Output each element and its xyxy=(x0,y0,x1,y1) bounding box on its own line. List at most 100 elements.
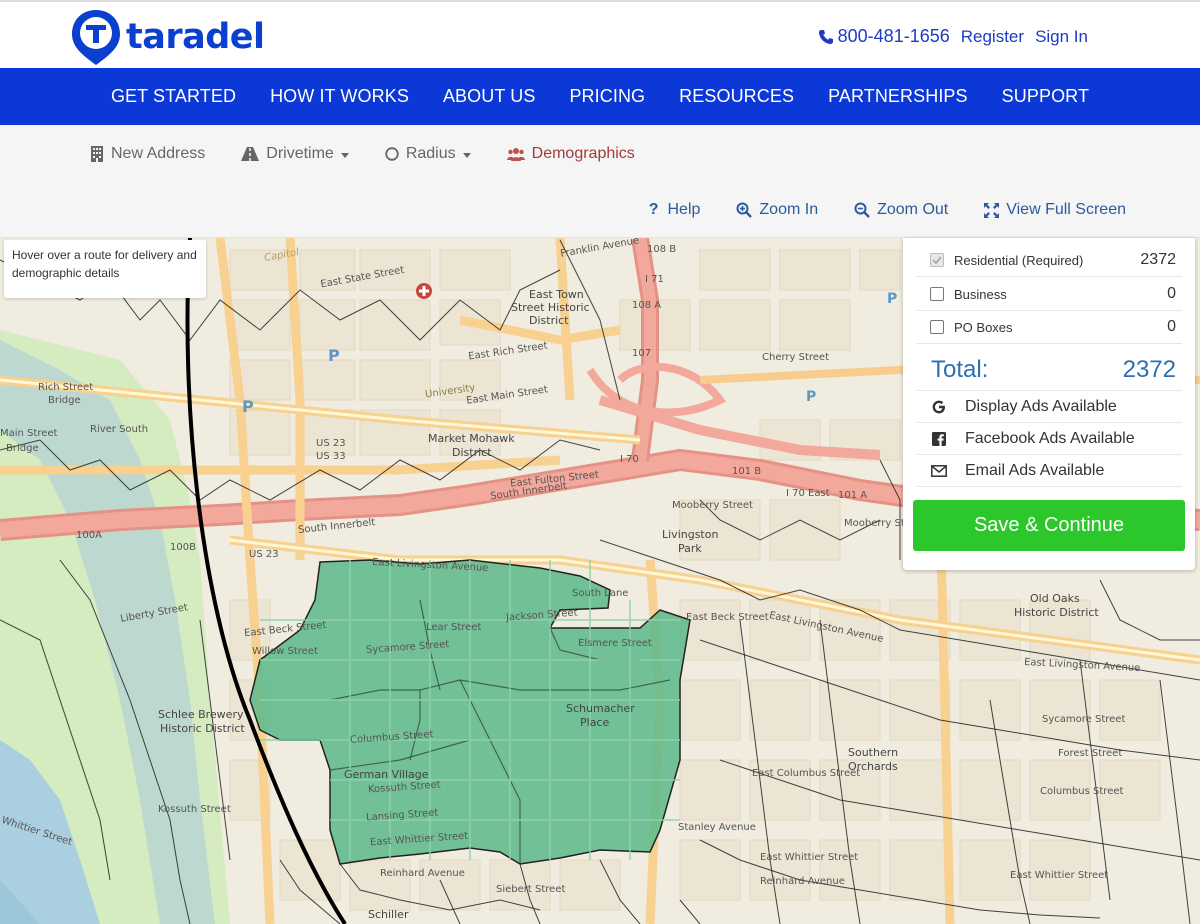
question-icon: ? xyxy=(648,201,659,218)
po-boxes-count: 0 xyxy=(1167,318,1176,335)
total-label: Total: xyxy=(931,355,989,383)
map-label: Cherry Street xyxy=(762,352,830,363)
business-checkbox[interactable] xyxy=(930,287,944,301)
map-label: Market Mohawk xyxy=(428,432,515,445)
map-label: District xyxy=(529,314,569,327)
radius-label: Radius xyxy=(405,145,456,162)
map-label: Willow Street xyxy=(252,646,318,657)
expand-icon xyxy=(984,202,1000,218)
map-label: US 33 xyxy=(316,451,346,462)
map-label: Sycamore Street xyxy=(1042,714,1126,725)
map-label: I 70 xyxy=(620,454,639,465)
map-label: I 71 xyxy=(645,274,664,285)
road-icon xyxy=(241,147,260,161)
map-label: Street Historic xyxy=(511,301,590,314)
residential-count: 2372 xyxy=(1140,251,1176,268)
business-label: Business xyxy=(954,286,1007,302)
help-button[interactable]: ? Help xyxy=(649,201,701,219)
nav-get-started[interactable]: GET STARTED xyxy=(94,86,253,107)
demographics-button[interactable]: Demographics xyxy=(506,145,635,163)
contact-bar: 800-481-1656 Register Sign In xyxy=(818,26,1088,47)
drivetime-dropdown[interactable]: Drivetime xyxy=(241,145,349,163)
map-label: Columbus Street xyxy=(1040,786,1124,797)
nav-how-it-works[interactable]: HOW IT WORKS xyxy=(253,86,426,107)
map-label: Bridge xyxy=(48,395,81,406)
email-ads-label: Email Ads Available xyxy=(965,461,1105,479)
save-continue-button[interactable]: Save & Continue xyxy=(913,500,1185,551)
nav-support[interactable]: SUPPORT xyxy=(985,86,1106,107)
chevron-down-icon xyxy=(462,152,471,158)
map-label: East Beck Street xyxy=(686,612,769,623)
zoom-out-button[interactable]: Zoom Out xyxy=(854,201,948,219)
phone-number[interactable]: 800-481-1656 xyxy=(838,26,950,47)
facebook-ads-row: Facebook Ads Available xyxy=(916,423,1182,455)
route-summary-panel: Residential (Required) 2372 Business 0 P… xyxy=(903,238,1195,570)
full-screen-button[interactable]: View Full Screen xyxy=(984,201,1126,219)
nav-about-us[interactable]: ABOUT US xyxy=(426,86,553,107)
svg-text:P: P xyxy=(242,397,254,416)
building-icon xyxy=(91,146,103,162)
signin-link[interactable]: Sign In xyxy=(1035,27,1088,47)
display-ads-label: Display Ads Available xyxy=(965,397,1117,415)
zoom-out-icon xyxy=(854,202,870,218)
google-icon xyxy=(931,399,947,415)
nav-partnerships[interactable]: PARTNERSHIPS xyxy=(811,86,985,107)
map-label: 100B xyxy=(170,542,196,553)
map-label: East Town xyxy=(529,288,584,301)
map-label: 108 B xyxy=(647,244,677,255)
map-label: Schiller xyxy=(368,908,409,921)
site-header: taradel 800-481-1656 Register Sign In xyxy=(0,0,1200,68)
map-label: 100A xyxy=(76,530,102,541)
register-link[interactable]: Register xyxy=(961,27,1024,47)
map-label: Reinhard Avenue xyxy=(380,868,465,879)
nav-resources[interactable]: RESOURCES xyxy=(662,86,811,107)
zoom-in-label: Zoom In xyxy=(759,201,819,218)
po-boxes-checkbox[interactable] xyxy=(930,320,944,334)
display-ads-row: Display Ads Available xyxy=(916,391,1182,423)
map-label: 108 A xyxy=(632,300,662,311)
main-nav: GET STARTED HOW IT WORKS ABOUT US PRICIN… xyxy=(0,68,1200,125)
map-label: US 23 xyxy=(316,438,346,449)
full-screen-label: View Full Screen xyxy=(1006,201,1126,218)
taradel-logo[interactable]: taradel xyxy=(70,8,265,66)
radius-dropdown[interactable]: Radius xyxy=(385,145,471,163)
business-row[interactable]: Business 0 xyxy=(916,278,1182,311)
new-address-button[interactable]: New Address xyxy=(90,145,205,163)
envelope-icon xyxy=(931,463,947,479)
nav-pricing[interactable]: PRICING xyxy=(552,86,662,107)
email-ads-row: Email Ads Available xyxy=(916,455,1182,487)
map-label: US 23 xyxy=(249,549,279,560)
map-label: East Columbus Street xyxy=(752,768,861,779)
circle-icon xyxy=(385,147,399,161)
map-label: Place xyxy=(580,716,610,729)
phone-icon xyxy=(818,29,833,44)
map-label: Schlee Brewery xyxy=(158,708,244,721)
map-label: Forest Street xyxy=(1058,748,1123,759)
chevron-down-icon xyxy=(340,152,349,158)
business-count: 0 xyxy=(1167,285,1176,302)
map-label: 101 A xyxy=(838,490,868,501)
map-label: 107 xyxy=(632,348,652,359)
po-boxes-row[interactable]: PO Boxes 0 xyxy=(916,311,1182,344)
users-icon xyxy=(506,148,525,161)
po-boxes-label: PO Boxes xyxy=(954,319,1013,335)
map-label: River South xyxy=(90,424,149,435)
map-label: Stanley Avenue xyxy=(678,822,756,833)
map-label: East Whittier Street xyxy=(760,852,859,863)
map-label: Historic District xyxy=(1014,606,1099,619)
map-label: Siebert Street xyxy=(496,884,566,895)
zoom-in-button[interactable]: Zoom In xyxy=(736,201,818,219)
residential-row[interactable]: Residential (Required) 2372 xyxy=(916,244,1182,277)
new-address-label: New Address xyxy=(111,145,206,162)
map-label: Rich Street xyxy=(38,382,94,393)
facebook-icon xyxy=(931,431,947,447)
residential-label: Residential (Required) xyxy=(954,252,1084,268)
residential-checkbox[interactable] xyxy=(930,253,944,267)
help-label: Help xyxy=(667,201,701,218)
zoom-out-label: Zoom Out xyxy=(877,201,949,218)
drivetime-label: Drivetime xyxy=(266,145,334,162)
map-label: Lear Street xyxy=(426,622,482,633)
map-label: Bridge xyxy=(6,443,39,454)
svg-text:P: P xyxy=(887,291,897,307)
map-label: Livingston xyxy=(662,528,719,541)
